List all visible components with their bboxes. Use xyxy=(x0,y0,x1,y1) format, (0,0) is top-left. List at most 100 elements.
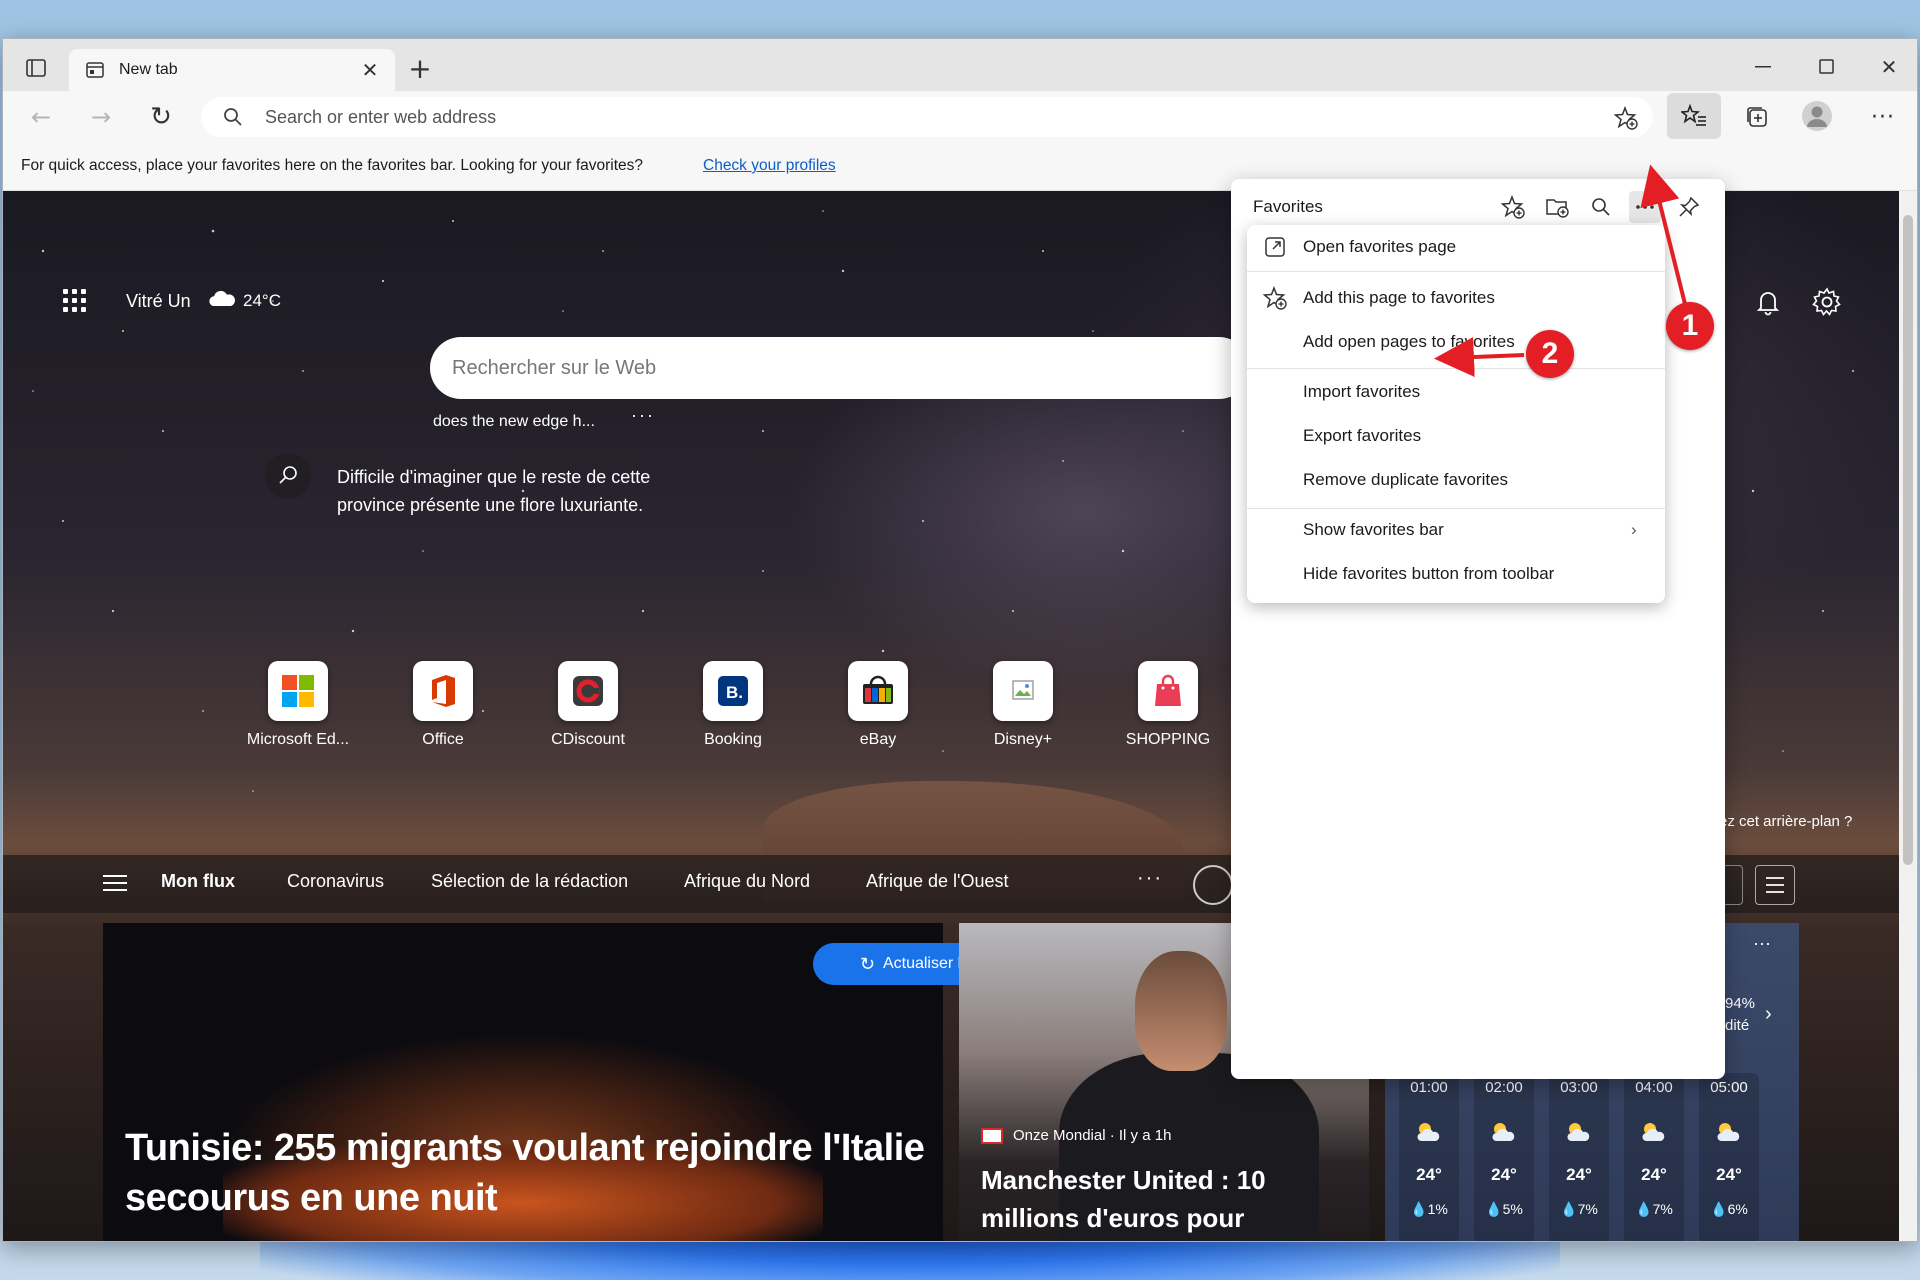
menu-item-export-favorites[interactable]: Export favorites xyxy=(1247,416,1665,456)
browser-window: New tab ✕ + ✕ ← → ↻ Search or enter web … xyxy=(2,38,1918,1242)
menu-item-hide-favorites-button[interactable]: Hide favorites button from toolbar xyxy=(1247,554,1665,594)
news-card-title[interactable]: Manchester United : 10 millions d'euros … xyxy=(981,1161,1361,1241)
chevron-right-icon[interactable]: › xyxy=(1765,1003,1772,1026)
menu-divider xyxy=(1247,368,1665,369)
forecast-hour: 03:00 xyxy=(1560,1079,1598,1096)
more-options-icon[interactable] xyxy=(1629,191,1661,223)
add-favorite-star-icon[interactable] xyxy=(1611,103,1641,133)
page-scrollbar[interactable] xyxy=(1899,191,1917,1241)
precip-value: 7% xyxy=(1577,1201,1598,1217)
quick-link-cdiscount[interactable]: CDiscount xyxy=(523,661,653,761)
feed-tab-mon-flux[interactable]: Mon flux xyxy=(161,871,235,892)
collections-icon[interactable] xyxy=(1739,99,1775,135)
menu-item-show-favorites-bar[interactable]: Show favorites bar › xyxy=(1247,510,1665,550)
menu-item-label: Add this page to favorites xyxy=(1303,288,1495,307)
hourly-forecast: 02:00 24° 💧5% xyxy=(1474,1073,1534,1241)
add-folder-icon[interactable] xyxy=(1541,191,1573,223)
cloud-icon xyxy=(209,290,235,306)
navigation-toolbar: ← → ↻ ··· xyxy=(3,91,1917,141)
refresh-icon[interactable]: ↻ xyxy=(145,101,177,133)
forecast-precip: 💧6% xyxy=(1710,1201,1748,1217)
web-search-box[interactable] xyxy=(430,337,1250,399)
close-window-icon[interactable]: ✕ xyxy=(1869,49,1909,85)
quick-link-booking[interactable]: B. Booking xyxy=(668,661,798,761)
refresh-icon: ↻ xyxy=(859,953,875,974)
quick-link-ebay[interactable]: eBay xyxy=(813,661,943,761)
forecast-hour: 02:00 xyxy=(1485,1079,1523,1096)
settings-more-icon[interactable]: ··· xyxy=(1865,99,1901,135)
menu-item-label: Add open pages to favorites xyxy=(1303,332,1515,351)
menu-item-add-this-page[interactable]: Add this page to favorites xyxy=(1247,278,1665,318)
page-settings-gear-icon[interactable] xyxy=(1811,286,1843,318)
hourly-forecast: 05:00 24° 💧6% xyxy=(1699,1073,1759,1241)
address-input[interactable] xyxy=(265,97,1465,137)
forecast-temp: 24° xyxy=(1641,1165,1667,1184)
close-tab-icon[interactable]: ✕ xyxy=(357,57,383,83)
office-logo-icon xyxy=(413,661,473,721)
forecast-temp: 24° xyxy=(1716,1165,1742,1184)
broken-image-icon xyxy=(993,661,1053,721)
feed-tab-afrique-de-l-ouest[interactable]: Afrique de l'Ouest xyxy=(866,871,1009,892)
svg-text:B.: B. xyxy=(726,683,743,702)
notifications-bell-icon[interactable] xyxy=(1753,287,1783,317)
precip-value: 6% xyxy=(1727,1201,1748,1217)
weather-location[interactable]: Vitré Un xyxy=(126,291,191,312)
quick-link-label: SHOPPING xyxy=(1125,731,1211,748)
favorites-panel-title: Favorites xyxy=(1253,197,1323,216)
search-icon xyxy=(221,105,245,129)
scrollbar-thumb[interactable] xyxy=(1903,215,1913,865)
shopping-bag-icon xyxy=(1138,661,1198,721)
menu-item-open-favorites-page[interactable]: Open favorites page xyxy=(1247,227,1665,267)
hourly-forecast: 04:00 24° 💧7% xyxy=(1624,1073,1684,1241)
app-launcher-icon[interactable] xyxy=(63,289,87,313)
news-source-label: Onze Mondial · Il y a 1h xyxy=(1013,1127,1172,1144)
menu-icon[interactable] xyxy=(103,875,127,893)
minimize-icon[interactable] xyxy=(1743,49,1783,85)
quick-link-office[interactable]: Office xyxy=(378,661,508,761)
tab-bar: New tab ✕ + ✕ xyxy=(3,39,1917,91)
forward-icon[interactable]: → xyxy=(85,101,117,133)
background-question[interactable]: ez cet arrière-plan ? xyxy=(1719,813,1852,830)
precip-value: 5% xyxy=(1502,1201,1523,1217)
list-view-icon[interactable] xyxy=(1755,865,1795,905)
add-favorite-icon[interactable] xyxy=(1497,191,1529,223)
check-profiles-link[interactable]: Check your profiles xyxy=(703,157,836,175)
feed-more-icon[interactable]: ··· xyxy=(1137,867,1163,890)
feed-tab-selection[interactable]: Sélection de la rédaction xyxy=(431,871,628,892)
feed-tab-coronavirus[interactable]: Coronavirus xyxy=(287,871,384,892)
new-tab-page-icon xyxy=(83,59,107,81)
search-suggestion[interactable]: does the new edge h... xyxy=(433,413,595,431)
quick-link-shopping[interactable]: SHOPPING xyxy=(1103,661,1233,761)
star-add-icon xyxy=(1263,286,1287,310)
background-fact-text[interactable]: Difficile d'imaginer que le reste de cet… xyxy=(337,463,717,519)
forecast-precip: 💧5% xyxy=(1485,1201,1523,1217)
quick-link-disney[interactable]: Disney+ xyxy=(958,661,1088,761)
menu-item-remove-duplicates[interactable]: Remove duplicate favorites xyxy=(1247,460,1665,500)
pin-icon[interactable] xyxy=(1673,191,1705,223)
hourly-forecast: 01:00 24° 💧1% xyxy=(1399,1073,1459,1241)
quick-link-label: Office xyxy=(422,731,464,748)
address-bar[interactable] xyxy=(201,97,1653,137)
fact-search-icon[interactable] xyxy=(265,453,311,499)
partly-cloudy-icon xyxy=(1567,1123,1590,1141)
chevron-right-icon: › xyxy=(1631,520,1637,539)
weather-more-icon[interactable]: ··· xyxy=(1753,933,1771,954)
menu-item-add-open-pages[interactable]: Add open pages to favorites xyxy=(1247,322,1665,362)
feed-tab-afrique-du-nord[interactable]: Afrique du Nord xyxy=(684,871,810,892)
menu-item-import-favorites[interactable]: Import favorites xyxy=(1247,372,1665,412)
new-tab-button[interactable]: + xyxy=(403,51,437,85)
profile-avatar[interactable] xyxy=(1799,98,1835,134)
forecast-temp: 24° xyxy=(1566,1165,1592,1184)
search-favorites-icon[interactable] xyxy=(1585,191,1617,223)
favorites-toolbar-button[interactable] xyxy=(1667,93,1721,139)
news-card-title[interactable]: Tunisie: 255 migrants voulant rejoindre … xyxy=(125,1123,943,1223)
tab-actions-icon[interactable] xyxy=(21,53,51,83)
suggestion-more-icon[interactable]: ··· xyxy=(631,405,655,426)
maximize-icon[interactable] xyxy=(1807,49,1847,85)
weather-temperature[interactable]: 24°C xyxy=(243,291,281,311)
quick-link-microsoft-edge[interactable]: Microsoft Ed... xyxy=(233,661,363,761)
personalize-pencil-icon[interactable] xyxy=(1193,865,1233,905)
tab-new-tab[interactable]: New tab ✕ xyxy=(69,49,395,91)
web-search-input[interactable] xyxy=(452,337,1212,399)
back-icon[interactable]: ← xyxy=(25,101,57,133)
